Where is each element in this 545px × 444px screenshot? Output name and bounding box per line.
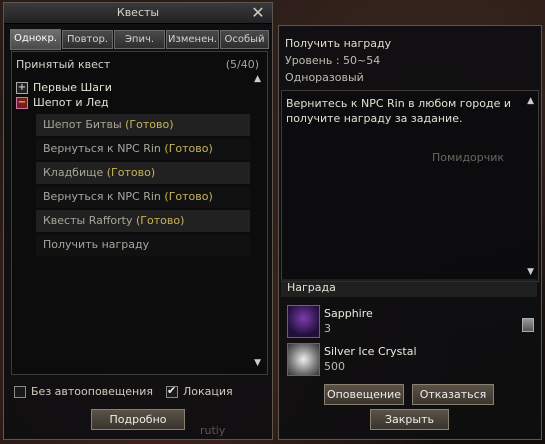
reward-scrollbar-thumb[interactable]	[522, 318, 534, 332]
quest-list-window: Квесты ✕ Однокр. Повтор. Эпич. Изменен. …	[3, 2, 273, 440]
checkbox-icon[interactable]	[14, 386, 26, 398]
quest-item[interactable]: Вернуться к NPC Rin (Готово)	[36, 186, 250, 208]
accepted-quests-count: (5/40)	[225, 58, 259, 71]
watermark-text: Помидорчик	[432, 151, 505, 164]
collapse-minus-icon[interactable]: −	[16, 97, 28, 109]
quest-status: (Готово)	[136, 214, 185, 227]
reward-name: Silver Ice Crystal	[324, 345, 417, 358]
location-checkbox[interactable]: Локация	[166, 384, 233, 399]
quest-item-selected[interactable]: Получить награду	[36, 234, 250, 256]
expand-plus-icon[interactable]: +	[16, 82, 28, 94]
quest-name: Получить награду	[43, 238, 150, 251]
quest-name: Вернуться к NPC Rin	[43, 190, 161, 203]
quest-list-panel: Принятый квест (5/40) + Первые Шаги − Шепо…	[11, 51, 268, 375]
close-icon[interactable]: ✕	[250, 4, 266, 21]
reward-item[interactable]: Sapphire 3	[287, 305, 517, 339]
quest-detail-window: Получить награду Уровень : 50~54 Однораз…	[278, 25, 542, 440]
crystal-icon	[287, 343, 320, 376]
quest-group-whisper-ice[interactable]: − Шепот и Лед	[16, 96, 109, 110]
no-autonotify-checkbox[interactable]: Без автооповещения	[14, 385, 153, 399]
reward-qty: 3	[324, 322, 331, 335]
quest-description: Вернитесь к NPC Rin в любом городе и пол…	[286, 97, 512, 125]
checkbox-checked-icon[interactable]	[166, 384, 178, 398]
reward-qty: 500	[324, 360, 345, 373]
scroll-up-icon[interactable]: ▲	[527, 96, 534, 106]
quest-name: Кладбище	[43, 166, 104, 179]
quest-name: Вернуться к NPC Rin	[43, 142, 161, 155]
quest-description-panel: Вернитесь к NPC Rin в любом городе и пол…	[281, 90, 539, 282]
close-button[interactable]: Закрыть	[370, 409, 449, 430]
checkbox-label: Без автооповещения	[31, 385, 154, 398]
tab-epic[interactable]: Эпич.	[114, 30, 165, 49]
checkbox-label: Локация	[183, 385, 233, 398]
quest-title: Получить награду	[285, 37, 392, 50]
quest-status: (Готово)	[164, 142, 213, 155]
quest-group-label: Шепот и Лед	[33, 96, 109, 109]
quest-item[interactable]: Вернуться к NPC Rin (Готово)	[36, 138, 250, 160]
quest-level: Уровень : 50~54	[285, 54, 381, 67]
quest-window-title: Квесты	[4, 3, 272, 24]
scroll-up-icon[interactable]: ▲	[254, 74, 261, 84]
quest-type: Одноразовый	[285, 71, 364, 84]
tab-changed[interactable]: Изменен.	[166, 30, 219, 49]
tab-single[interactable]: Однокр.	[10, 29, 61, 50]
reward-item[interactable]: Silver Ice Crystal 500	[287, 343, 517, 377]
quest-status: (Готово)	[106, 166, 156, 179]
accepted-quests-label: Принятый квест	[16, 58, 111, 71]
quest-group-first-steps[interactable]: + Первые Шаги	[16, 81, 112, 95]
scroll-down-icon[interactable]: ▼	[527, 267, 534, 277]
quest-group-label: Первые Шаги	[33, 81, 112, 94]
quest-name: Квесты Rafforty	[43, 214, 133, 227]
tab-special[interactable]: Особый	[220, 30, 269, 49]
reward-name: Sapphire	[324, 307, 373, 320]
quest-status: (Готово)	[164, 190, 213, 203]
scroll-down-icon[interactable]: ▼	[254, 358, 261, 368]
quest-name: Шепот Битвы	[43, 118, 122, 131]
reward-header: Награда	[281, 279, 537, 297]
quest-item[interactable]: Кладбище (Готово)	[36, 162, 250, 184]
quest-item[interactable]: Шепот Битвы (Готово)	[36, 114, 250, 136]
tab-repeatable[interactable]: Повтор.	[62, 30, 113, 49]
notify-button[interactable]: Оповещение	[324, 384, 404, 405]
watermark-text: rutiy	[200, 424, 226, 437]
refuse-button[interactable]: Отказаться	[412, 384, 494, 405]
quest-status: (Готово)	[125, 118, 174, 131]
quest-item[interactable]: Квесты Rafforty (Готово)	[36, 210, 250, 232]
sapphire-icon	[287, 305, 320, 338]
details-button[interactable]: Подробно	[91, 409, 185, 430]
